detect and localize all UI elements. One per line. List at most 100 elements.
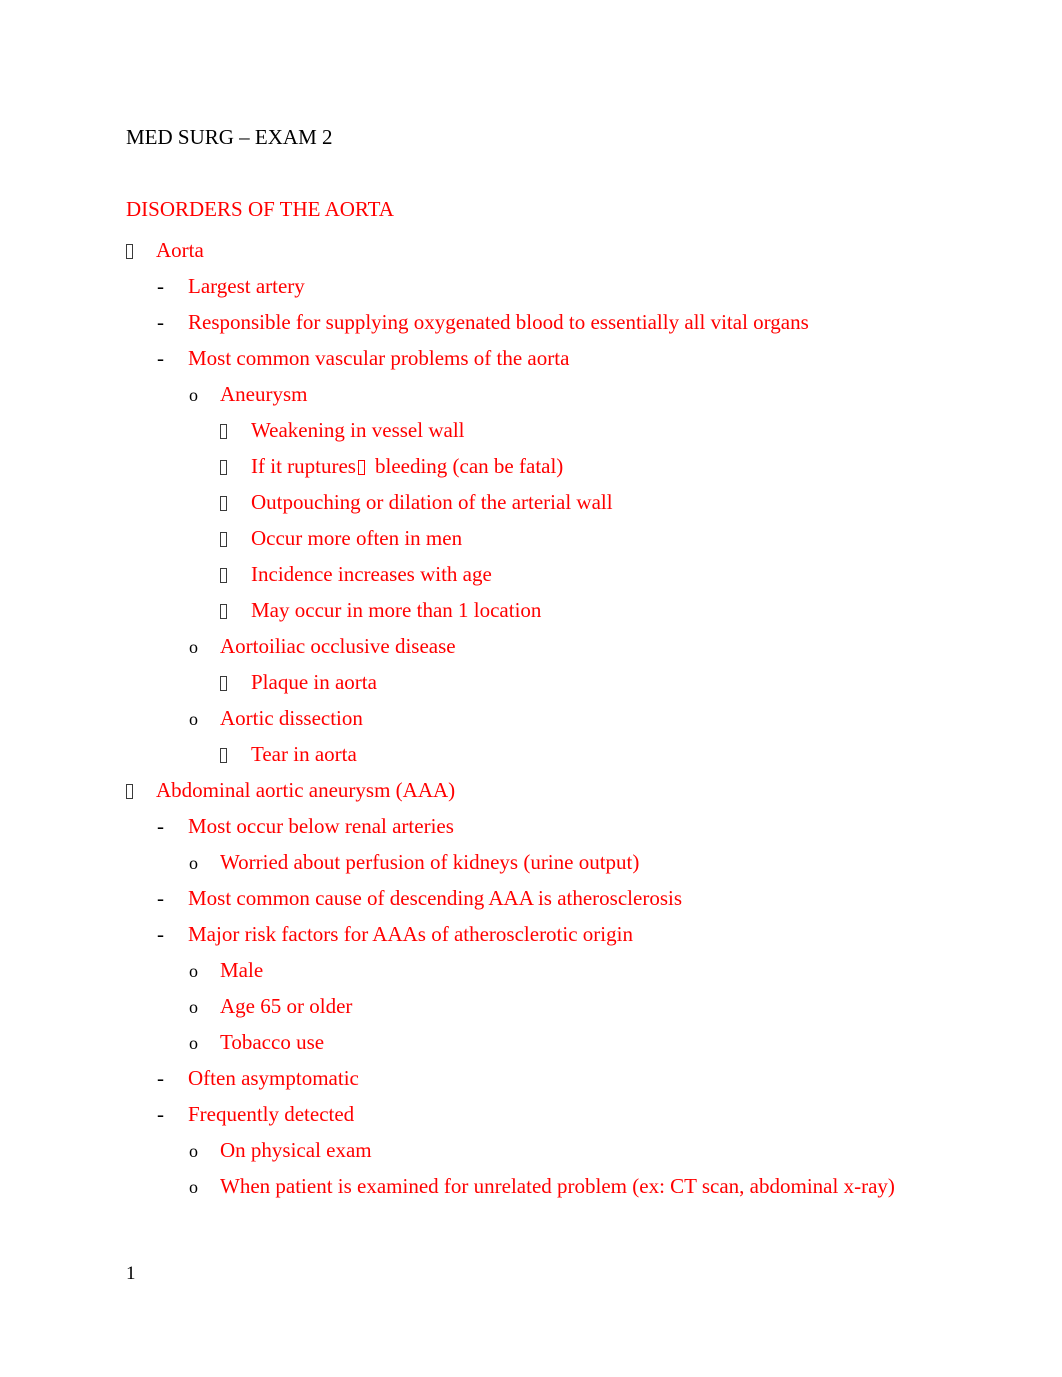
outline-item-label: Occur more often in men [251,526,463,550]
outline-item: Abdominal aortic aneurysm (AAA) [0,772,1062,808]
outline-item: - Largest artery [0,268,1062,304]
tofu-box-icon [220,568,227,583]
outline-item-label: Aneurysm [220,382,308,406]
outline-item-label: Outpouching or dilation of the arterial … [251,490,613,514]
bullet-tofu-icon [220,484,227,520]
outline-item: o Age 65 or older [0,988,1062,1024]
o-glyph: o [189,1141,198,1161]
hyphen-glyph: - [157,274,164,298]
tofu-box-icon [220,460,227,475]
outline-item-label: Most occur below renal arteries [188,814,454,838]
bullet-tofu-icon [126,232,133,268]
o-glyph: o [189,853,198,873]
bullet-tofu-icon [220,592,227,628]
bullet-hyphen-icon: - [157,1060,164,1096]
outline-item: - Major risk factors for AAAs of atherosc… [0,916,1062,952]
o-glyph: o [189,637,198,657]
bullet-o-icon: o [189,1132,198,1169]
outline-item-label: Plaque in aorta [251,670,377,694]
bullet-o-icon: o [189,700,198,737]
outline-item: - Responsible for supplying oxygenated bl… [0,304,1062,340]
outline-item-label: When patient is examined for unrelated p… [220,1174,895,1198]
bullet-tofu-icon [220,412,227,448]
bullet-o-icon: o [189,376,198,413]
page-title: MED SURG – EXAM 2 [126,125,333,149]
outline-item: o On physical exam [0,1132,1062,1168]
outline-item-label: Tear in aorta [251,742,357,766]
bullet-o-icon: o [189,1024,198,1061]
page-number: 1 [126,1263,136,1284]
hyphen-glyph: - [157,310,164,334]
outline-item: If it ruptures bleeding (can be fatal) [0,448,1062,484]
outline-item: - Frequently detected [0,1096,1062,1132]
bullet-tofu-icon [220,520,227,556]
hyphen-glyph: - [157,1102,164,1126]
document-page: MED SURG – EXAM 2 DISORDERS OF THE AORTA… [0,0,1062,1377]
tofu-box-icon [220,532,227,547]
outline-item: o Aneurysm [0,376,1062,412]
outline-item-label: May occur in more than 1 location [251,598,542,622]
tofu-box-icon [126,244,133,259]
outline-item-label: Often asymptomatic [188,1066,359,1090]
outline-item: Plaque in aorta [0,664,1062,700]
outline-item: Occur more often in men [0,520,1062,556]
outline-item: - Most common cause of descending AAA is … [0,880,1062,916]
bullet-o-icon: o [189,844,198,881]
outline-item-label: Male [220,958,264,982]
outline-item: o Male [0,952,1062,988]
hyphen-glyph: - [157,1066,164,1090]
outline-item: Outpouching or dilation of the arterial … [0,484,1062,520]
tofu-box-icon [220,748,227,763]
outline-item-label: Abdominal aortic aneurysm (AAA) [156,778,456,802]
hyphen-glyph: - [157,346,164,370]
bullet-o-icon: o [189,628,198,665]
bullet-o-icon: o [189,1168,198,1205]
bullet-tofu-icon [220,448,227,484]
bullet-tofu-icon [220,736,227,772]
bullet-tofu-icon [126,772,133,808]
outline-item: Aorta [0,232,1062,268]
bullet-tofu-icon [220,664,227,700]
o-glyph: o [189,961,198,981]
outline-item-label: On physical exam [220,1138,372,1162]
outline-item: May occur in more than 1 location [0,592,1062,628]
outline-list: Aorta - Largest artery - Responsible for sup… [0,232,1062,1204]
outline-item-label-part: bleeding (can be fatal) [374,454,564,478]
outline-item: o When patient is examined for unrelated … [0,1168,1062,1204]
outline-item: o Aortic dissection [0,700,1062,736]
bullet-hyphen-icon: - [157,808,164,844]
outline-item: o Worried about perfusion of kidneys (uri… [0,844,1062,880]
outline-item-label: Largest artery [188,274,305,298]
outline-item-label: Frequently detected [188,1102,355,1126]
outline-item-label-part: If it ruptures [251,454,356,478]
tofu-box-icon [220,424,227,439]
outline-item-label: Aortoiliac occlusive disease [220,634,456,658]
outline-item-label: Incidence increases with age [251,562,492,586]
tofu-box-icon [126,784,133,799]
outline-item-label: Most common vascular problems of the aor… [188,346,570,370]
outline-item-label: Major risk factors for AAAs of atheroscl… [188,922,633,946]
bullet-hyphen-icon: - [157,1096,164,1132]
outline-item: - Often asymptomatic [0,1060,1062,1096]
tofu-box-icon [220,604,227,619]
outline-item: o Tobacco use [0,1024,1062,1060]
outline-item-label: Aortic dissection [220,706,363,730]
outline-item: - Most occur below renal arteries [0,808,1062,844]
outline-item-label: Weakening in vessel wall [251,418,465,442]
bullet-hyphen-icon: - [157,340,164,376]
outline-item-label: Most common cause of descending AAA is a… [188,886,682,910]
outline-item-label: If it ruptures bleeding (can be fatal) [251,448,563,484]
outline-item-label: Worried about perfusion of kidneys (urin… [220,850,640,874]
bullet-hyphen-icon: - [157,880,164,916]
inline-arrow-tofu-icon [357,460,365,475]
outline-item: Tear in aorta [0,736,1062,772]
outline-item-label: Age 65 or older [220,994,353,1018]
o-glyph: o [189,709,198,729]
o-glyph: o [189,385,198,405]
outline-item: Incidence increases with age [0,556,1062,592]
outline-item-label: Aorta [156,238,204,262]
bullet-tofu-icon [220,556,227,592]
hyphen-glyph: - [157,814,164,838]
section-heading-disorders-of-the-aorta: DISORDERS OF THE AORTA [126,197,394,221]
outline-item: - Most common vascular problems of the ao… [0,340,1062,376]
